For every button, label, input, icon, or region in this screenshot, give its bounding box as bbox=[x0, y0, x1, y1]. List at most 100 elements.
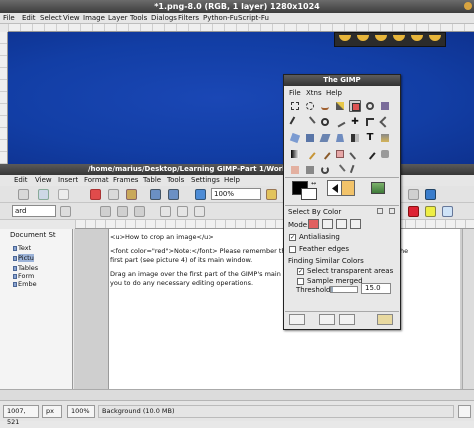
italic-icon[interactable] bbox=[117, 206, 128, 217]
feather-edges-checkbox[interactable] bbox=[289, 246, 296, 253]
redo-icon[interactable] bbox=[168, 189, 179, 200]
options-menu-icon[interactable] bbox=[377, 208, 383, 214]
writer-menu-frames[interactable]: Frames bbox=[113, 175, 138, 186]
measure-tool-icon[interactable] bbox=[334, 116, 346, 128]
perspective-clone-tool-icon[interactable] bbox=[304, 164, 316, 176]
antialiasing-checkbox[interactable]: ✓ bbox=[289, 234, 296, 241]
horizontal-ruler[interactable] bbox=[8, 24, 474, 32]
writer-menu-settings[interactable]: Settings bbox=[191, 175, 220, 186]
active-image-thumbnail-icon[interactable] bbox=[371, 182, 385, 194]
zoom-tool-icon[interactable] bbox=[319, 116, 331, 128]
underline-icon[interactable] bbox=[134, 206, 145, 217]
table-icon[interactable] bbox=[195, 189, 206, 200]
pattern-preview-icon[interactable] bbox=[341, 180, 355, 196]
paintbrush-tool-icon[interactable] bbox=[319, 148, 331, 160]
menu-file[interactable]: File bbox=[3, 13, 15, 24]
menu-view[interactable]: View bbox=[63, 13, 80, 24]
writer-menu-insert[interactable]: Insert bbox=[58, 175, 78, 186]
style-dropdown-icon[interactable] bbox=[60, 206, 71, 217]
print-icon[interactable] bbox=[58, 189, 69, 200]
writer-menu-tools[interactable]: Tools bbox=[167, 175, 184, 186]
menu-edit[interactable]: Edit bbox=[22, 13, 36, 24]
restore-options-icon[interactable] bbox=[319, 314, 335, 325]
zoom-combo[interactable]: 100% bbox=[211, 188, 261, 200]
blend-tool-icon[interactable] bbox=[289, 148, 301, 160]
sample-merged-checkbox[interactable] bbox=[297, 278, 304, 285]
rect-select-tool-icon[interactable] bbox=[289, 100, 301, 112]
help-icon[interactable] bbox=[425, 189, 436, 200]
paste-icon[interactable] bbox=[126, 189, 137, 200]
shear-tool-icon[interactable] bbox=[319, 132, 331, 144]
navigator-item-embedded[interactable]: Embe bbox=[18, 280, 37, 288]
menu-image[interactable]: Image bbox=[83, 13, 105, 24]
vertical-scrollbar[interactable] bbox=[462, 229, 474, 389]
navigator-item-tables[interactable]: Tables bbox=[18, 264, 38, 272]
writer-menu-view[interactable]: View bbox=[35, 175, 52, 186]
toolbox-menu-file[interactable]: File bbox=[289, 89, 301, 97]
rotate-tool-icon[interactable] bbox=[289, 132, 301, 144]
copy-icon[interactable] bbox=[108, 189, 119, 200]
save-icon[interactable] bbox=[38, 189, 49, 200]
perspective-tool-icon[interactable] bbox=[334, 132, 346, 144]
open-icon[interactable] bbox=[18, 189, 29, 200]
mode-intersect-icon[interactable] bbox=[350, 219, 361, 229]
menu-select[interactable]: Select bbox=[40, 13, 62, 24]
eraser-tool-icon[interactable] bbox=[334, 148, 346, 160]
panel-button[interactable] bbox=[375, 35, 387, 41]
navigate-icon[interactable] bbox=[458, 405, 471, 418]
panel-button[interactable] bbox=[411, 35, 423, 41]
fuzzy-select-tool-icon[interactable] bbox=[334, 100, 346, 112]
writer-menu-edit[interactable]: Edit bbox=[14, 175, 28, 186]
gimp-window-close-icon[interactable] bbox=[464, 2, 472, 10]
clone-tool-icon[interactable] bbox=[379, 148, 391, 160]
align-tool-icon[interactable] bbox=[364, 116, 376, 128]
toolbox-menu-help[interactable]: Help bbox=[326, 89, 342, 97]
select-transparent-checkbox[interactable]: ✓ bbox=[297, 268, 304, 275]
smudge-tool-icon[interactable] bbox=[334, 164, 346, 176]
save-options-icon[interactable] bbox=[289, 314, 305, 325]
background-color-swatch[interactable] bbox=[301, 188, 317, 200]
writer-menu-table[interactable]: Table bbox=[143, 175, 161, 186]
panel-button[interactable] bbox=[357, 35, 369, 41]
menu-layer[interactable]: Layer bbox=[108, 13, 128, 24]
scissors-select-tool-icon[interactable] bbox=[364, 100, 376, 112]
writer-menu-help[interactable]: Help bbox=[224, 175, 240, 186]
threshold-slider[interactable] bbox=[330, 286, 358, 293]
undo-icon[interactable] bbox=[150, 189, 161, 200]
toolbox-menu-xtns[interactable]: Xtns bbox=[306, 89, 322, 97]
menu-script-fu[interactable]: Script-Fu bbox=[238, 13, 269, 24]
threshold-spinbox[interactable]: 15.0 bbox=[361, 283, 391, 294]
move-tool-icon[interactable]: ✚ bbox=[349, 116, 361, 128]
writer-ruler[interactable] bbox=[75, 220, 474, 229]
align-left-icon[interactable] bbox=[160, 206, 171, 217]
background-color-icon[interactable] bbox=[442, 206, 453, 217]
navigator-item-text[interactable]: Text bbox=[18, 244, 31, 252]
paragraph-style-combo[interactable]: ard bbox=[12, 205, 56, 217]
menu-filters[interactable]: Filters bbox=[178, 13, 199, 24]
dodge-burn-tool-icon[interactable] bbox=[349, 164, 361, 176]
panel-button[interactable] bbox=[429, 35, 441, 41]
flip-tool-icon[interactable] bbox=[349, 132, 361, 144]
horizontal-scrollbar[interactable] bbox=[0, 389, 474, 400]
mode-add-icon[interactable] bbox=[322, 219, 333, 229]
options-close-icon[interactable] bbox=[389, 208, 395, 214]
free-select-tool-icon[interactable] bbox=[319, 100, 331, 112]
paths-tool-icon[interactable] bbox=[289, 116, 301, 128]
navigator-item-forms[interactable]: Form bbox=[18, 272, 34, 280]
writer-menu-format[interactable]: Format bbox=[84, 175, 109, 186]
text-tool-icon[interactable]: T bbox=[364, 132, 376, 144]
mode-replace-icon[interactable] bbox=[308, 219, 319, 229]
foreground-select-tool-icon[interactable] bbox=[379, 100, 391, 112]
zoom-selector[interactable]: 100% bbox=[67, 405, 95, 418]
unit-selector[interactable]: px bbox=[42, 405, 62, 418]
swap-colors-icon[interactable]: ↔ bbox=[311, 181, 317, 187]
scale-tool-icon[interactable] bbox=[304, 132, 316, 144]
gallery-icon[interactable] bbox=[408, 189, 419, 200]
panel-button[interactable] bbox=[393, 35, 405, 41]
convolve-tool-icon[interactable] bbox=[319, 164, 331, 176]
align-right-icon[interactable] bbox=[194, 206, 205, 217]
font-color-icon[interactable] bbox=[408, 206, 419, 217]
menu-python-fu[interactable]: Python-Fu bbox=[203, 13, 238, 24]
heal-tool-icon[interactable] bbox=[289, 164, 301, 176]
ellipse-select-tool-icon[interactable] bbox=[304, 100, 316, 112]
